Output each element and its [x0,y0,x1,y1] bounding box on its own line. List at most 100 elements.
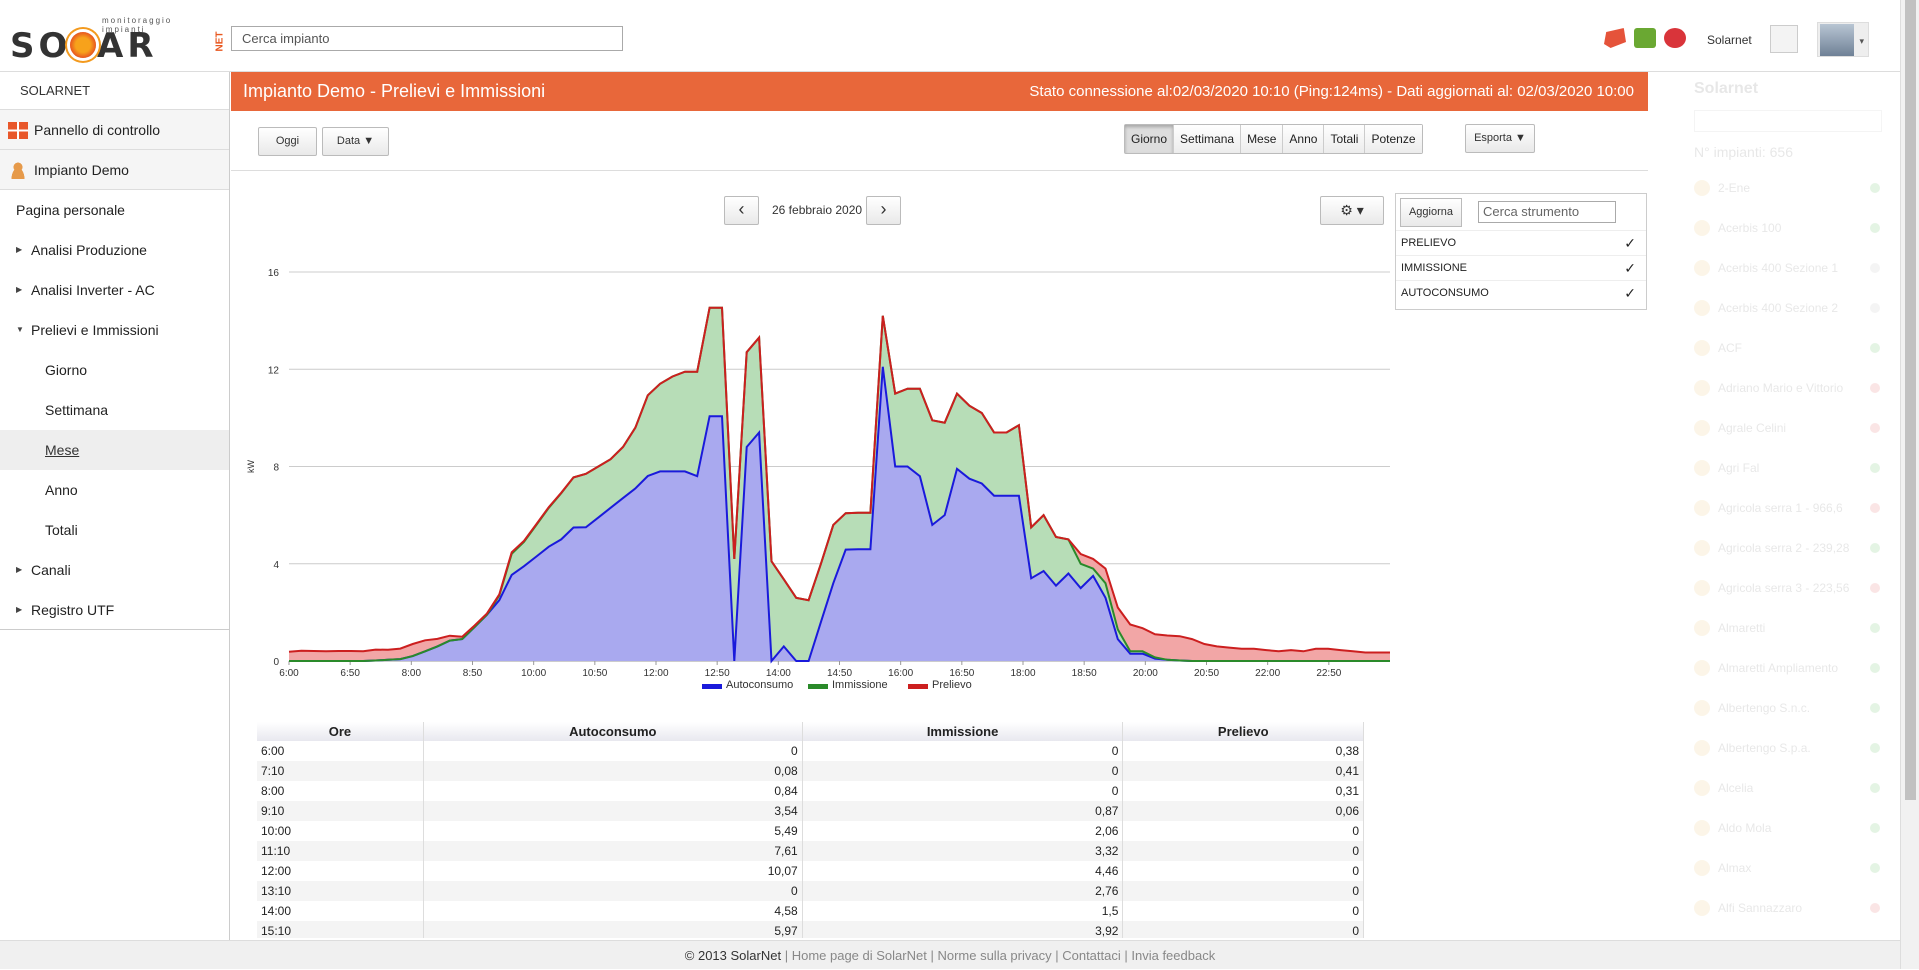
x-tick-label: 18:50 [1072,668,1097,679]
plant-name: Almax [1718,861,1752,875]
plant-bullet-icon [1694,820,1710,836]
data-table: Ore Autoconsumo Immissione Prelievo 6:00… [257,722,1364,938]
footer-link-contact[interactable]: Contattaci [1062,948,1121,963]
plant-list-item[interactable]: Acerbis 400 Sezione 1 [1688,248,1888,288]
cell-ore: 7:10 [257,761,424,781]
plant-list-item[interactable]: Acerbis 100 [1688,208,1888,248]
plant-search-input[interactable]: Cerca impianto [231,26,623,51]
tab-settimana[interactable]: Settimana [1174,125,1242,153]
plant-list-item[interactable]: Acerbis 400 Sezione 2 [1688,288,1888,328]
update-button[interactable]: Aggiorna [1400,198,1462,227]
caret-right-icon: ▶ [16,245,23,254]
plant-list-item[interactable]: Almax [1688,848,1888,888]
cell-prelievo: 0 [1122,921,1364,938]
series-toggle-autoconsumo[interactable]: AUTOCONSUMO ✓ [1396,280,1646,304]
export-button[interactable]: Esporta ▼ [1465,124,1535,153]
plants-count: N° impianti: 656 [1688,136,1888,168]
sidebar-item-analisi-produzione[interactable]: ▶ Analisi Produzione [0,230,229,270]
x-tick-label: 20:50 [1194,668,1219,679]
sidebar-sub-anno[interactable]: Anno [0,470,229,510]
factory-icon[interactable] [1634,28,1656,48]
plant-list-item[interactable]: 2-Ene [1688,168,1888,208]
plant-list-item[interactable]: Almaretti Ampliamento [1688,648,1888,688]
plant-bullet-icon [1694,500,1710,516]
sidebar-item-registro[interactable]: ▶ Registro UTF [0,590,229,630]
cell-autoconsumo: 10,07 [423,861,803,881]
tab-potenze[interactable]: Potenze [1365,125,1422,153]
tab-mese[interactable]: Mese [1241,125,1284,153]
plant-name: Aldo Mola [1718,821,1772,835]
caret-right-icon: ▶ [16,565,23,574]
plant-list-item[interactable]: Agri Fal [1688,448,1888,488]
today-button[interactable]: Oggi [258,127,317,156]
plant-list-item[interactable]: Albertengo S.p.a. [1688,728,1888,768]
sidebar-item-personal-page[interactable]: Pagina personale [0,190,229,230]
status-dot-icon [1870,623,1880,633]
sidebar-sub-mese[interactable]: Mese [0,430,229,470]
top-icons [1604,28,1686,48]
meter-icon[interactable] [1664,28,1686,48]
solar-panel-icon[interactable] [1604,28,1626,48]
plant-name: Alcelia [1718,781,1754,795]
sidebar-sub-giorno[interactable]: Giorno [0,350,229,390]
plant-list-item[interactable]: Albertengo S.n.c. [1688,688,1888,728]
table-row: 7:10 0,08 0 0,41 [257,761,1364,781]
solarnet-logo[interactable]: monitoraggio impianti SOLAR NET [10,14,226,66]
tab-totali[interactable]: Totali [1324,125,1366,153]
scrollbar-thumb[interactable] [1905,0,1916,800]
status-dot-icon [1870,743,1880,753]
series-toggle-immissione[interactable]: IMMISSIONE ✓ [1396,255,1646,279]
column-header-ore[interactable]: Ore [257,722,424,741]
sidebar-item-prelievi[interactable]: ▼ Prelievi e Immissioni [0,310,229,350]
sidebar-header: SOLARNET [0,72,229,110]
plant-name: Acerbis 400 Sezione 2 [1718,301,1839,315]
column-header-immissione[interactable]: Immissione [802,722,1124,741]
instrument-search-input[interactable]: Cerca strumento [1478,201,1616,223]
plant-list-item[interactable]: ACF [1688,328,1888,368]
plant-list-item[interactable]: Agricola serra 3 - 223,56 [1688,568,1888,608]
settings-button[interactable]: ⚙ ▾ [1320,196,1384,225]
user-menu-box[interactable] [1770,25,1798,53]
copyright: © 2013 SolarNet [684,948,782,963]
page-scrollbar[interactable] [1900,0,1919,969]
series-toggle-prelievo[interactable]: PRELIEVO ✓ [1396,230,1646,254]
next-day-button[interactable]: › [866,196,901,225]
footer-link-home[interactable]: Home page di SolarNet [792,948,927,963]
prev-day-button[interactable]: ‹ [724,196,759,225]
cell-immissione: 2,76 [802,881,1124,901]
cell-ore: 12:00 [257,861,424,881]
column-header-prelievo[interactable]: Prelievo [1122,722,1364,741]
sidebar-sub-settimana[interactable]: Settimana [0,390,229,430]
status-dot-icon [1870,303,1880,313]
sidebar-item-plant[interactable]: Impianto Demo [0,150,229,190]
plant-list-item[interactable]: Agrale Celini [1688,408,1888,448]
sidebar-item-canali[interactable]: ▶ Canali [0,550,229,590]
plant-list-item[interactable]: Alcelia [1688,768,1888,808]
data-table-container[interactable]: Ore Autoconsumo Immissione Prelievo 6:00… [257,722,1367,938]
plant-list-item[interactable]: Almaretti [1688,608,1888,648]
column-header-autoconsumo[interactable]: Autoconsumo [423,722,803,741]
sidebar: SOLARNET Pannello di controllo Impianto … [0,72,230,940]
tab-anno[interactable]: Anno [1283,125,1325,153]
sidebar-item-dashboard[interactable]: Pannello di controllo [0,110,229,150]
plant-list-item[interactable]: Alfi Sannazzaro [1688,888,1888,928]
cell-ore: 15:10 [257,921,424,938]
table-row: 12:00 10,07 4,46 0 [257,861,1364,881]
sidebar-item-label: Prelievi e Immissioni [31,322,159,338]
tab-giorno[interactable]: Giorno [1125,125,1175,153]
plant-bullet-icon [1694,740,1710,756]
plant-list-item[interactable]: Agricola serra 1 - 966,6 [1688,488,1888,528]
avatar[interactable]: ▾ [1817,22,1869,57]
footer-link-privacy[interactable]: Norme sulla privacy [937,948,1051,963]
plant-list-item[interactable]: Adriano Mario e Vittorio [1688,368,1888,408]
sidebar-item-analisi-inverter[interactable]: ▶ Analisi Inverter - AC [0,270,229,310]
plant-list-item[interactable]: Agricola serra 2 - 239,28 [1688,528,1888,568]
cell-autoconsumo: 7,61 [423,841,803,861]
plant-list-item[interactable]: Aldo Mola [1688,808,1888,848]
plants-search-input[interactable] [1694,110,1882,132]
sidebar-sub-totali[interactable]: Totali [0,510,229,550]
status-dot-icon [1870,423,1880,433]
plant-bullet-icon [1694,660,1710,676]
date-dropdown-button[interactable]: Data ▼ [322,127,389,156]
footer-link-feedback[interactable]: Invia feedback [1131,948,1215,963]
